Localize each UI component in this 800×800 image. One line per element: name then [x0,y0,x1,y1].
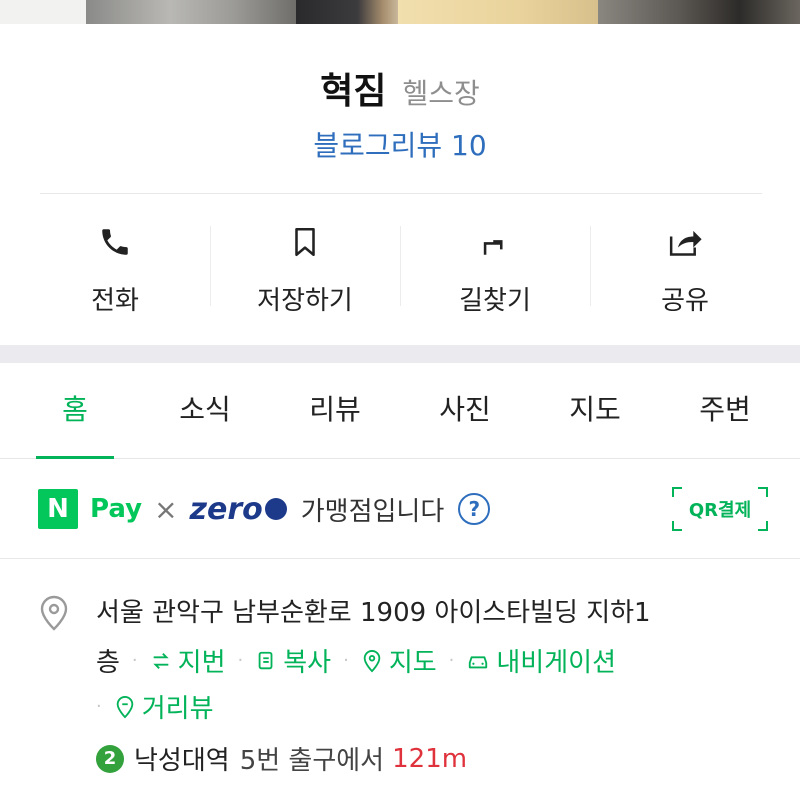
place-category: 헬스장 [402,77,480,110]
call-button[interactable]: 전화 [20,218,210,318]
tab-bar: 홈 소식 리뷰 사진 지도 주변 [0,365,800,459]
photo-strip[interactable] [0,0,800,24]
share-label: 공유 [661,286,709,316]
separator-dot: · [131,650,138,671]
zeropay-logo: zero [190,492,287,527]
address-text: 서울 관악구 남부순환로 1909 아이스타빌딩 지하1 [96,598,651,628]
call-label: 전화 [91,286,139,316]
share-icon [665,222,705,262]
help-icon[interactable]: ? [458,493,491,525]
zeropay-text: zero [189,491,263,527]
street-view-label: 거리뷰 [141,694,214,724]
separator-dot: · [237,650,244,671]
tab-photos[interactable]: 사진 [400,365,530,458]
tab-reviews[interactable]: 리뷰 [270,365,400,458]
save-label: 저장하기 [257,286,353,316]
copy-icon [258,651,273,669]
tab-news[interactable]: 소식 [140,365,270,458]
divider [0,558,800,559]
car-icon [469,655,488,668]
navigation-label: 내비게이션 [496,648,616,678]
separator-dot: · [343,650,349,671]
place-name: 혁짐 [320,71,387,112]
photo-thumbnail[interactable] [0,0,86,24]
directions-icon [475,222,515,262]
section-separator [0,345,800,363]
lot-address-label: 지번 [177,648,226,678]
blog-review-link[interactable]: 블로그리뷰 10 [0,124,800,164]
address-floor: 층 [96,648,120,678]
bookmark-icon [285,222,325,262]
share-button[interactable]: 공유 [590,218,780,318]
navigation-button[interactable]: 내비게이션 [466,642,616,679]
copy-label: 복사 [283,648,332,678]
address-actions: 층 · 지번 · 복사 · 지도 · 내비게이션 [96,642,616,679]
copy-button[interactable]: 복사 [255,642,331,679]
qr-pay-label: QR결제 [688,500,752,521]
subway-line-badge: 2 [96,744,124,773]
nearest-station: 2 낙성대역 5번 출구에서 121m [96,740,467,777]
save-button[interactable]: 저장하기 [210,218,400,318]
tab-map[interactable]: 지도 [530,365,660,458]
tab-nearby[interactable]: 주변 [660,365,790,458]
location-pin-icon [38,594,70,636]
photo-thumbnail[interactable] [398,0,598,24]
separator-dot: · [448,650,455,671]
directions-button[interactable]: 길찾기 [400,218,590,318]
map-button[interactable]: 지도 [361,642,437,679]
street-view-button[interactable]: 거리뷰 [114,688,214,725]
qr-frame-corner [758,487,768,497]
map-pin-icon [363,649,381,672]
zeropay-dot-icon [264,498,287,520]
merchant-text: 가맹점입니다 [300,496,445,527]
npay-zeropay-banner: N Pay × zero 가맹점입니다 ? QR결제 [38,478,768,540]
address-actions-more: · 거리뷰 [96,688,214,725]
qr-frame-corner [758,521,768,531]
qr-frame-corner [672,487,682,497]
lot-address-button[interactable]: 지번 [150,642,226,679]
action-bar: 전화 저장하기 길찾기 공유 [20,218,780,318]
qr-pay-button[interactable]: QR결제 [672,487,768,531]
separator-dot: · [96,696,102,717]
tab-home[interactable]: 홈 [10,365,140,459]
station-name: 낙성대역 [134,746,230,776]
station-exit: 5번 출구에서 [239,746,385,776]
photo-thumbnail[interactable] [598,0,800,24]
photo-thumbnail[interactable] [86,0,296,24]
photo-thumbnail[interactable] [296,0,398,24]
street-view-icon [116,695,133,718]
cross-mark: × [154,492,178,526]
phone-icon [95,222,135,262]
map-label: 지도 [388,648,437,678]
place-header: 혁짐 헬스장 [0,62,800,114]
npay-logo: N [38,489,78,529]
station-distance: 121m [392,743,468,774]
directions-label: 길찾기 [459,286,531,316]
swap-icon [152,652,169,669]
npay-text: Pay [90,494,143,524]
divider [40,193,762,194]
qr-frame-corner [672,521,682,531]
